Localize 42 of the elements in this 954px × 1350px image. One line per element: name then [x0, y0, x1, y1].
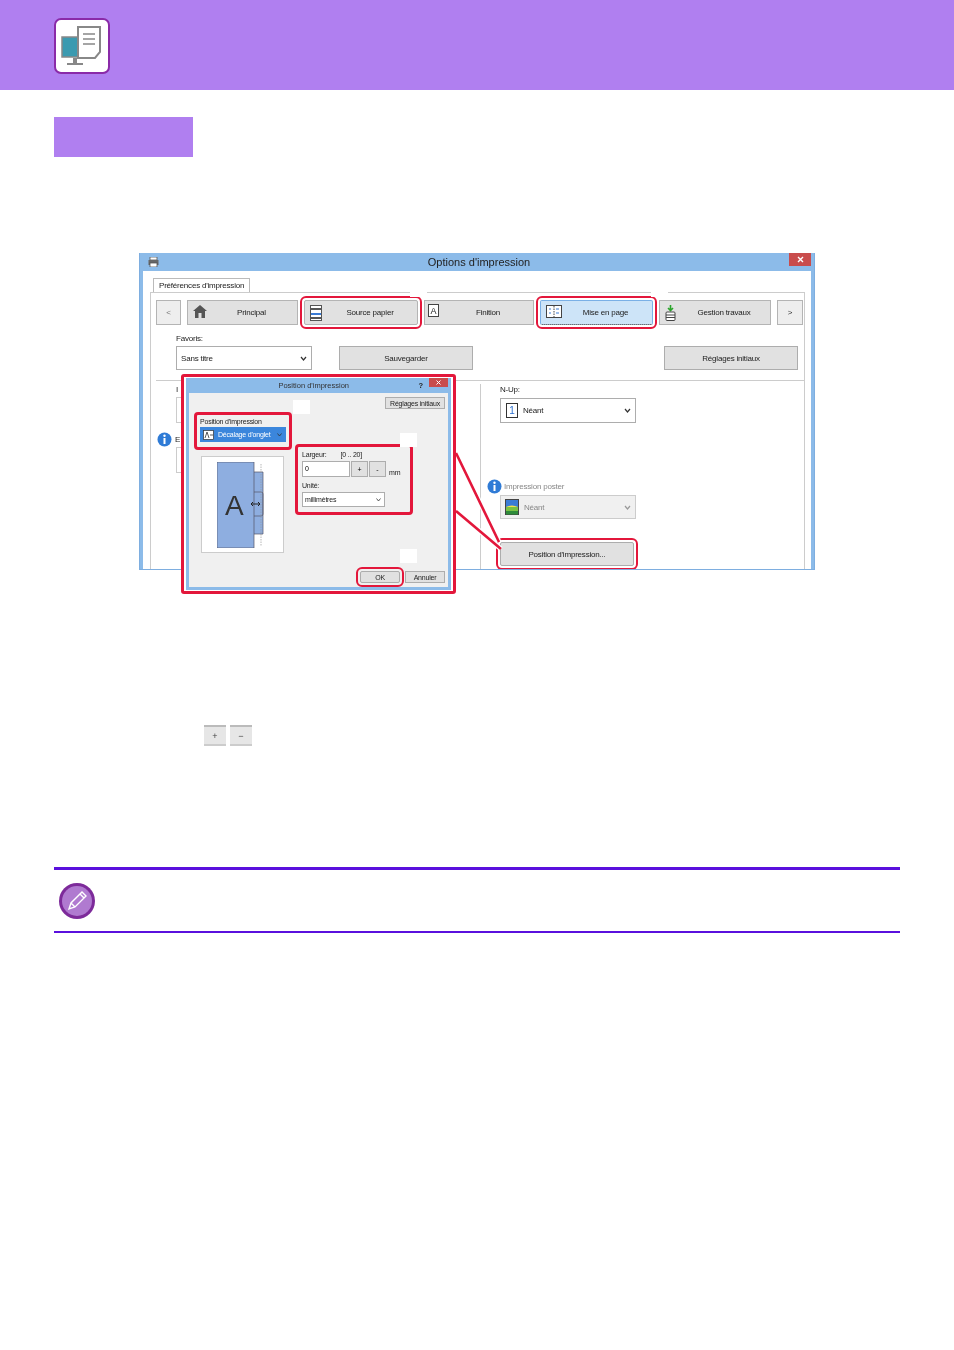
layout-icon [546, 305, 562, 318]
step-button[interactable]: − [230, 725, 252, 746]
info-icon [157, 432, 172, 447]
field-label: E [175, 434, 181, 445]
chevron-icon [277, 432, 282, 437]
house-icon [193, 305, 207, 318]
info-icon [487, 479, 502, 494]
chevron-icon [376, 497, 381, 502]
pencil-icon [58, 881, 96, 920]
number-icon: 1 [506, 403, 518, 418]
landscape-icon [505, 499, 519, 515]
previous-button[interactable]: < [156, 300, 181, 325]
computer-document-icon [54, 18, 110, 74]
tab-offset-icon [203, 429, 214, 440]
blank-marker [400, 433, 417, 447]
tab[interactable]: Préférences d'impression [153, 278, 251, 292]
reset-button[interactable]: Réglages initiaux [664, 346, 798, 370]
category-tab[interactable]: A Finition [424, 300, 534, 325]
field-label: I [176, 385, 179, 395]
category-tab[interactable]: Principal [187, 300, 298, 325]
favorites-dropdown[interactable]: Sans titre [176, 346, 312, 370]
close-button[interactable] [789, 253, 811, 266]
n-up-dropdown[interactable]: 1 Néant [500, 398, 636, 423]
field-label: Favoris: [176, 334, 204, 344]
field-label: N-Up: [500, 385, 521, 395]
chevron-icon [300, 355, 307, 361]
paper-tray-icon [310, 305, 322, 321]
blank-marker [293, 400, 310, 414]
text-icon: A [428, 304, 439, 317]
step-button[interactable]: + [204, 725, 226, 746]
next-button[interactable]: > [777, 300, 803, 325]
field-label: Impression poster [504, 481, 565, 492]
chevron-icon [624, 408, 631, 413]
window-title: Options d'impression [426, 256, 532, 268]
printer-icon [148, 257, 159, 267]
save-button[interactable]: Sauvegarder [339, 346, 473, 370]
close-icon [796, 256, 804, 263]
category-tab[interactable]: Gestion travaux [659, 300, 771, 325]
close-button[interactable] [429, 378, 448, 387]
close-icon [436, 380, 441, 385]
chevron-icon [624, 504, 631, 510]
stack-arrow-icon [665, 305, 676, 321]
